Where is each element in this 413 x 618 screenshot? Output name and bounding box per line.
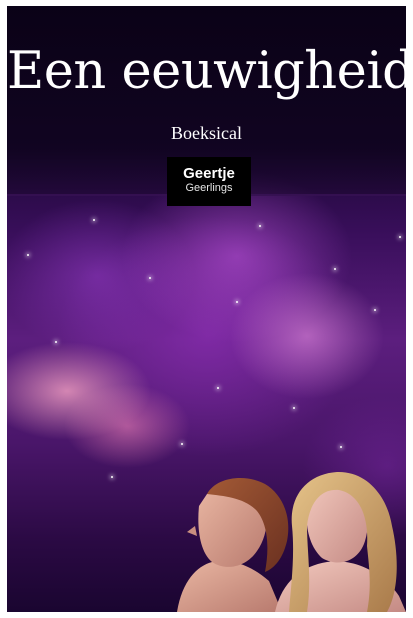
publisher-logo: Geertje Geerlings xyxy=(167,157,251,206)
book-cover: Een eeuwigheid Boeksical Geertje Geerlin… xyxy=(7,6,406,612)
book-title: Een eeuwigheid xyxy=(7,42,406,101)
publisher-name-line1: Geertje xyxy=(183,165,235,182)
book-subtitle: Boeksical xyxy=(171,123,242,143)
publisher-name-line2: Geerlings xyxy=(185,182,233,194)
